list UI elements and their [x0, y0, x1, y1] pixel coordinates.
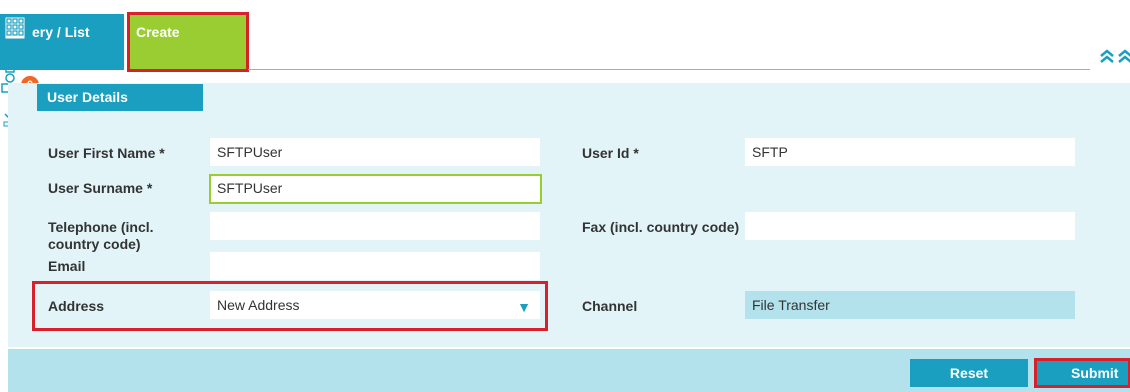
fax-label: Fax (incl. country code): [582, 219, 740, 235]
email-label: Email: [48, 258, 86, 274]
channel-label: Channel: [582, 298, 638, 314]
reset-button[interactable]: Reset: [910, 359, 1028, 387]
user-id-label: User Id *: [582, 145, 639, 161]
user-id-input[interactable]: SFTP: [745, 138, 1075, 166]
grid-icon[interactable]: [4, 16, 26, 43]
tab-underline: [248, 69, 1090, 70]
address-select[interactable]: New Address ▼: [210, 291, 540, 319]
dropdown-arrow-icon[interactable]: ▼: [517, 294, 531, 320]
telephone-label: Telephone (incl. country code): [48, 219, 154, 252]
tab-create-label: Create: [136, 24, 180, 40]
address-select-value: New Address: [217, 297, 300, 313]
surname-input[interactable]: SFTPUser: [209, 174, 542, 204]
fax-input[interactable]: [745, 212, 1075, 240]
first-name-label: User First Name *: [48, 145, 165, 161]
channel-value: File Transfer: [745, 291, 1075, 319]
first-name-input[interactable]: SFTPUser: [210, 138, 540, 166]
email-input[interactable]: [210, 252, 540, 280]
section-title: User Details: [37, 84, 203, 111]
telephone-input[interactable]: [210, 212, 540, 240]
address-label: Address: [48, 298, 105, 314]
surname-label: User Surname *: [48, 180, 153, 196]
tab-create[interactable]: Create: [127, 12, 249, 72]
tab-query-list-label: ery / List: [32, 24, 90, 40]
collapse-icon[interactable]: [1098, 48, 1130, 69]
submit-button[interactable]: Submit: [1034, 358, 1130, 388]
